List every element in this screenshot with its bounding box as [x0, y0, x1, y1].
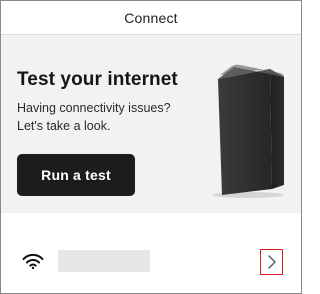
network-details-button[interactable] — [260, 249, 283, 275]
network-row[interactable] — [1, 213, 301, 293]
app-screen: Connect Test your internet Having connec… — [0, 0, 302, 294]
test-internet-section: Test your internet Having connectivity i… — [1, 35, 301, 205]
section-title: Test your internet — [17, 69, 178, 90]
description-line-2: Let's take a look. — [17, 119, 111, 133]
chevron-right-icon — [267, 255, 276, 269]
wifi-icon — [22, 253, 44, 269]
description-line-1: Having connectivity issues? — [17, 101, 171, 115]
network-name-redacted — [58, 250, 150, 272]
page-title: Connect — [124, 9, 178, 26]
router-device-image — [212, 64, 284, 198]
top-bar: Connect — [1, 1, 301, 35]
section-description: Having connectivity issues? Let's take a… — [17, 99, 187, 135]
run-test-button[interactable]: Run a test — [17, 154, 135, 196]
